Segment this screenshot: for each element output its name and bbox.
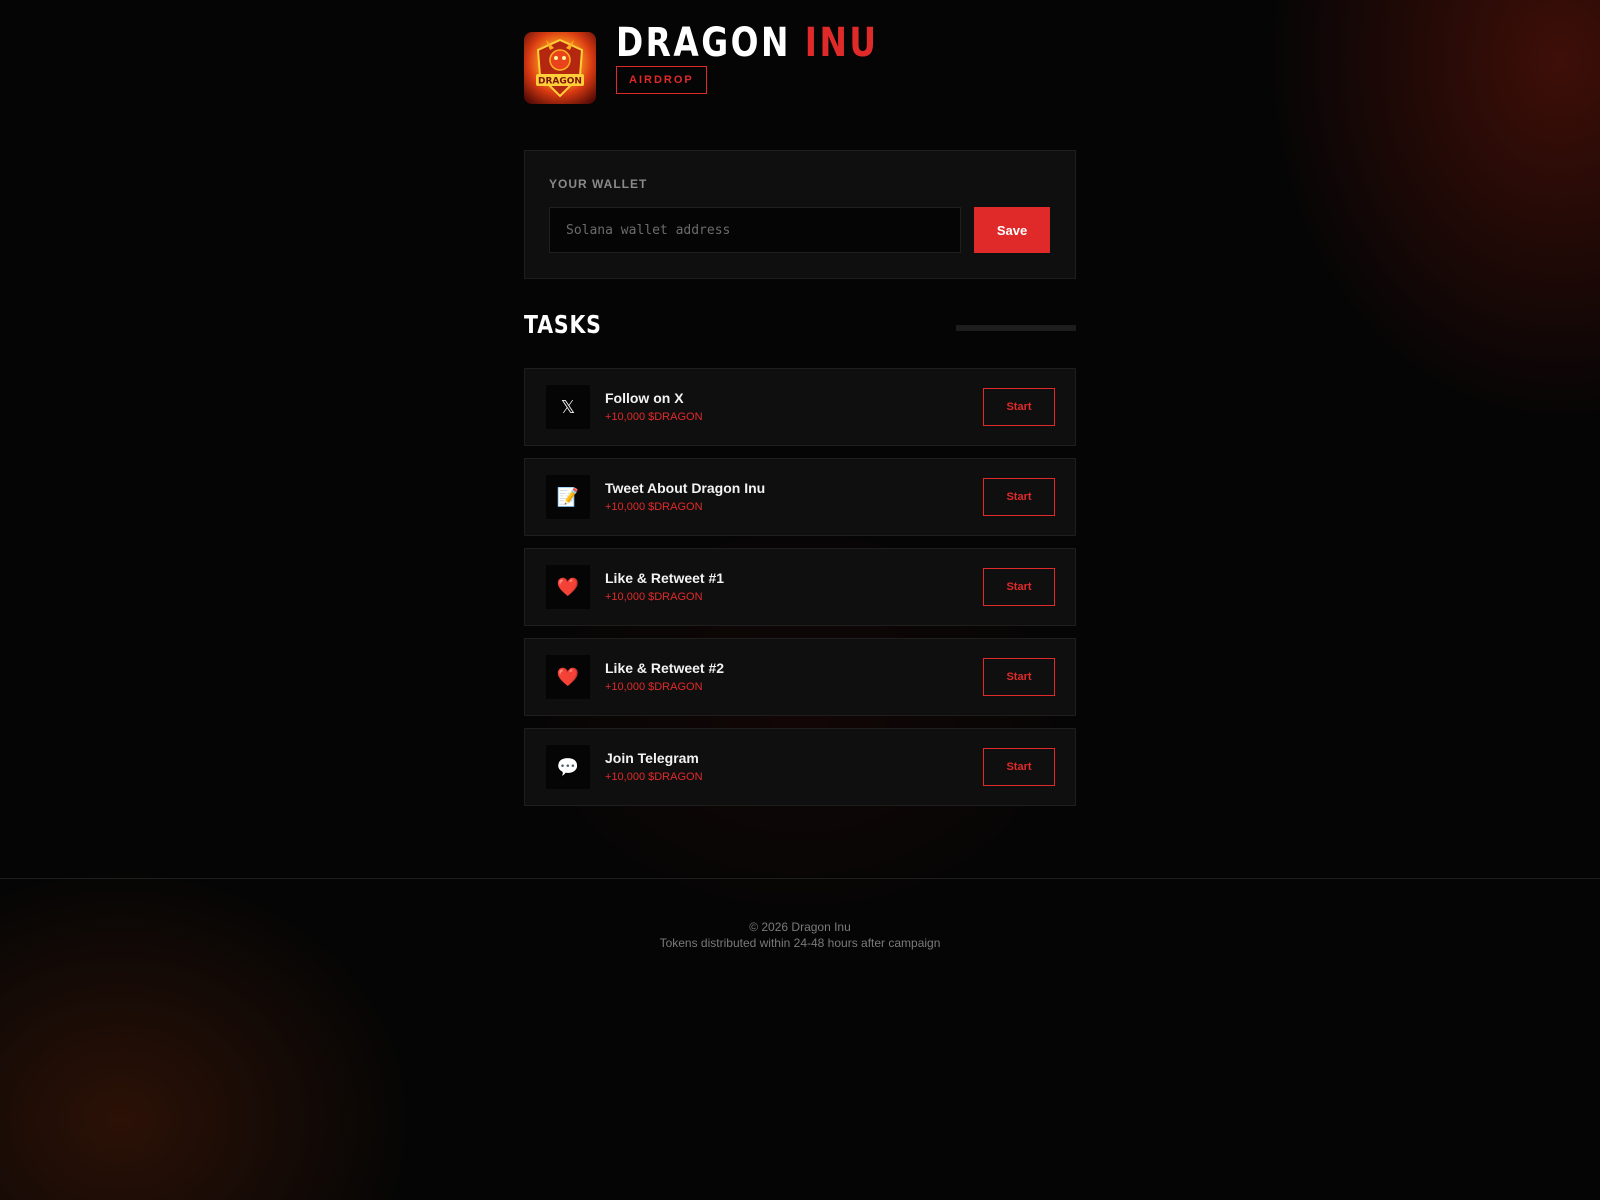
task-name: Join Telegram: [605, 750, 699, 766]
start-button[interactable]: Start: [983, 388, 1055, 426]
brand-title-accent: INU: [804, 20, 879, 66]
task-item: 💬 Join Telegram +10,000 $DRAGON Start: [524, 728, 1076, 806]
start-button[interactable]: Start: [983, 748, 1055, 786]
wallet-label: YOUR WALLET: [549, 177, 648, 191]
task-name: Like & Retweet #2: [605, 660, 725, 676]
speech-bubble-icon: 💬: [546, 745, 590, 789]
heart-icon: ❤️: [546, 655, 590, 699]
start-button[interactable]: Start: [983, 478, 1055, 516]
task-reward: +10,000 $DRAGON: [605, 501, 703, 513]
task-reward: +10,000 $DRAGON: [605, 591, 703, 603]
task-list: 𝕏 Follow on X +10,000 $DRAGON Start 📝 Tw…: [524, 368, 1076, 818]
footer: © 2026 Dragon Inu Tokens distributed wit…: [0, 878, 1600, 979]
task-reward: +10,000 $DRAGON: [605, 681, 703, 693]
task-reward: +10,000 $DRAGON: [605, 411, 703, 423]
task-name: Follow on X: [605, 390, 684, 406]
start-button[interactable]: Start: [983, 568, 1055, 606]
brand-title: DRAGON INU: [616, 20, 878, 66]
task-item: 𝕏 Follow on X +10,000 $DRAGON Start: [524, 368, 1076, 446]
page-container: DRAGON DRAGON INU AIRDROP YOUR WALLET Sa…: [524, 0, 1076, 806]
airdrop-badge: AIRDROP: [616, 66, 707, 94]
start-button[interactable]: Start: [983, 658, 1055, 696]
x-icon: 𝕏: [546, 385, 590, 429]
memo-icon: 📝: [546, 475, 590, 519]
footer-note: Tokens distributed within 24-48 hours af…: [659, 936, 941, 950]
task-name: Tweet About Dragon Inu: [605, 480, 766, 496]
logo-text: DRAGON: [538, 77, 582, 87]
wallet-address-input[interactable]: [549, 207, 961, 253]
task-name: Like & Retweet #1: [605, 570, 725, 586]
task-reward: +10,000 $DRAGON: [605, 771, 703, 783]
task-item: ❤️ Like & Retweet #1 +10,000 $DRAGON Sta…: [524, 548, 1076, 626]
task-item: 📝 Tweet About Dragon Inu +10,000 $DRAGON…: [524, 458, 1076, 536]
brand-title-main: DRAGON: [616, 20, 791, 66]
save-button[interactable]: Save: [974, 207, 1050, 253]
wallet-card: YOUR WALLET Save: [524, 150, 1076, 279]
heart-icon: ❤️: [546, 565, 590, 609]
task-item: ❤️ Like & Retweet #2 +10,000 $DRAGON Sta…: [524, 638, 1076, 716]
footer-copyright: © 2026 Dragon Inu: [749, 920, 851, 934]
tasks-progress-bar: [956, 325, 1076, 331]
header: DRAGON DRAGON INU AIRDROP: [524, 0, 1076, 150]
dragon-logo: DRAGON: [524, 32, 596, 104]
tasks-title: TASKS: [524, 310, 602, 339]
